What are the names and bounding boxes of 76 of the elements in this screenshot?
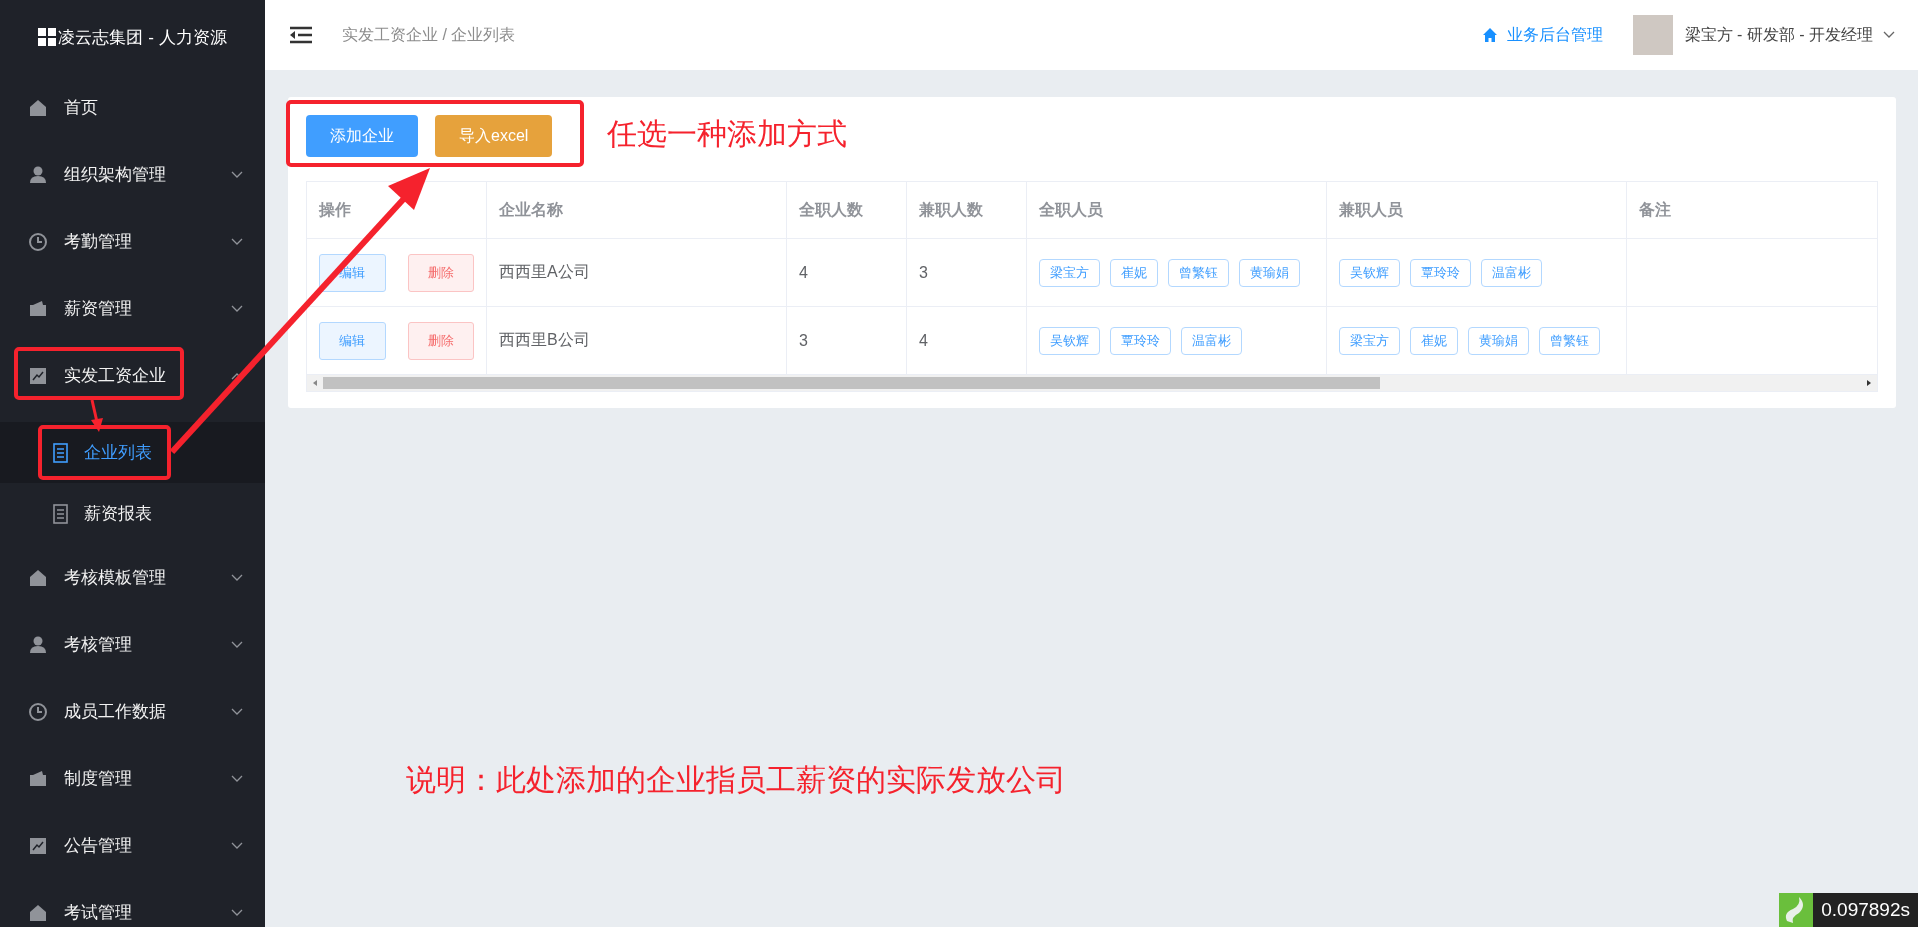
chevron-icon (231, 774, 243, 783)
breadcrumb: 实发工资企业 / 企业列表 (342, 24, 516, 45)
column-header: 兼职人员 (1327, 182, 1627, 238)
column-header: 全职人数 (787, 182, 907, 238)
chevron-icon (231, 640, 243, 649)
chevron-icon (231, 707, 243, 716)
menu-icon (28, 97, 48, 118)
staff-tag: 吴钦辉 (1339, 258, 1400, 287)
table-cell-text: 西西里A公司 (499, 262, 590, 282)
staff-tag: 黄瑜娟 (1468, 326, 1529, 355)
menu-icon (28, 231, 48, 252)
table-cell: 3 (799, 331, 808, 350)
table-cell: 4 (799, 263, 808, 282)
menu-toggle-icon[interactable] (290, 26, 312, 44)
staff-tag: 覃玲玲 (1110, 326, 1171, 355)
table-cell: 4 (919, 331, 928, 350)
menu-icon (28, 365, 48, 386)
menu-item[interactable]: 考核模板管理 (0, 544, 265, 611)
document-icon (52, 442, 70, 463)
column-header: 备注 (1627, 182, 1877, 238)
avatar-photo-placeholder (1632, 15, 1673, 55)
chevron-icon (231, 237, 243, 246)
column-header: 企业名称 (487, 182, 787, 238)
document-icon (52, 503, 70, 524)
menu-item[interactable]: 制度管理 (0, 745, 265, 812)
menu-item[interactable]: 实发工资企业 (0, 342, 265, 409)
menu-icon (28, 164, 48, 185)
staff-tag: 崔妮 (1110, 258, 1158, 287)
column-header: 全职人员 (1027, 182, 1327, 238)
column-header: 兼职人数 (907, 182, 1027, 238)
menu-icon (28, 768, 48, 789)
horizontal-scrollbar[interactable] (307, 375, 1877, 391)
chevron-icon (231, 841, 243, 850)
annotation-text: 任选一种添加方式 (607, 116, 847, 152)
menu-item[interactable]: 公告管理 (0, 812, 265, 879)
menu-icon (28, 567, 48, 588)
menu-item[interactable]: 考试管理 (0, 879, 265, 927)
submenu-item[interactable]: 薪资报表 (0, 483, 265, 544)
staff-tag: 崔妮 (1410, 326, 1458, 355)
staff-tag: 温富彬 (1481, 258, 1542, 287)
table-cell: 3 (919, 263, 928, 282)
staff-tag: 吴钦辉 (1039, 326, 1100, 355)
staff-tag: 黄瑜娟 (1239, 258, 1300, 287)
menu-item[interactable]: 组织架构管理 (0, 141, 265, 208)
chevron-icon[interactable] (1883, 31, 1895, 39)
table-cell-text: 西西里B公司 (499, 330, 590, 350)
menu-icon (28, 902, 48, 923)
staff-tag: 梁宝方 (1039, 258, 1100, 287)
menu-item[interactable]: 考核管理 (0, 611, 265, 678)
menu-item[interactable]: 首页 (0, 74, 265, 141)
annotation-arrow (90, 399, 103, 432)
menu-icon (28, 634, 48, 655)
user-menu[interactable]: 梁宝方 - 研发部 - 开发经理 (1684, 24, 1873, 46)
scroll-right-icon[interactable] (1865, 379, 1873, 387)
menu-icon (28, 298, 48, 319)
grid-logo-icon (38, 28, 57, 46)
home-icon (1482, 28, 1497, 42)
staff-tag: 覃玲玲 (1410, 258, 1471, 287)
menu-item[interactable]: 薪资管理 (0, 275, 265, 342)
chevron-icon (231, 304, 243, 313)
staff-tag: 梁宝方 (1339, 326, 1400, 355)
chevron-icon (231, 170, 243, 179)
annotation-text: 说明：此处添加的企业指员工薪资的实际发放公司 (406, 762, 1066, 798)
staff-tag: 曾繁钰 (1168, 258, 1229, 287)
menu-item[interactable]: 成员工作数据 (0, 678, 265, 745)
menu-icon (28, 835, 48, 856)
submenu-item[interactable]: 企业列表 (0, 422, 265, 483)
chevron-icon (231, 908, 243, 917)
menu-item[interactable]: 考勤管理 (0, 208, 265, 275)
staff-tag: 温富彬 (1181, 326, 1242, 355)
staff-tag: 曾繁钰 (1539, 326, 1600, 355)
chevron-icon (231, 573, 243, 582)
brand-title: 凌云志集团 - 人力资源 (58, 26, 227, 49)
menu-icon (28, 701, 48, 722)
scroll-left-icon[interactable] (311, 379, 319, 387)
timer-badge: 0.097892s (1779, 893, 1918, 927)
